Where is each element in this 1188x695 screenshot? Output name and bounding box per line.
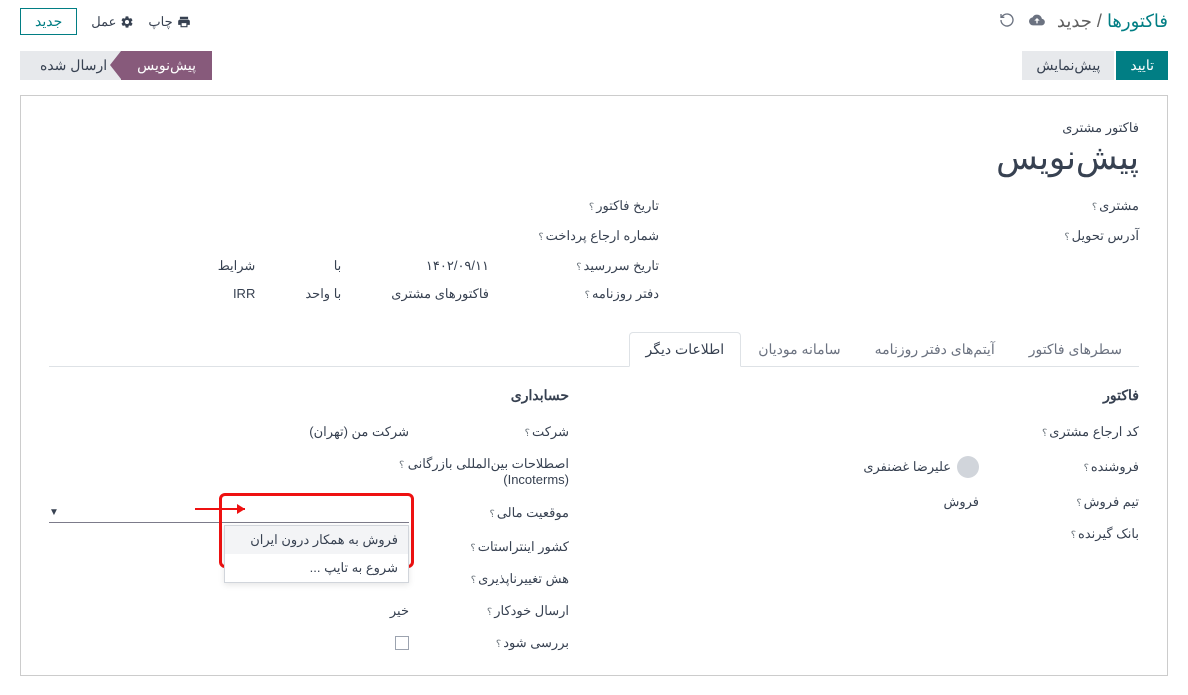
status-bar: پیش‌نویس ارسال شده — [20, 51, 212, 80]
breadcrumb-current: جدید — [1057, 11, 1092, 31]
dropdown-typing-hint[interactable]: شروع به تایپ ... — [225, 554, 408, 582]
fiscal-position-dropdown: فروش به همکار درون ایران شروع به تایپ ..… — [224, 525, 409, 583]
invoice-section-title: فاکتور — [629, 387, 1139, 404]
invoice-type-label: فاکتور مشتری — [49, 120, 1139, 136]
tab-invoice-lines[interactable]: سطرهای فاکتور — [1012, 332, 1139, 367]
incoterms-label: اصطلاحات بین‌المللی بازرگانی (Incoterms)… — [399, 456, 569, 487]
recipient-bank-label: بانک گیرنده؟ — [989, 526, 1139, 542]
undo-icon[interactable] — [999, 12, 1015, 31]
intrastat-country-label: کشور اینتراستات؟ — [419, 539, 569, 555]
to-check-checkbox[interactable] — [395, 636, 409, 650]
status-sent[interactable]: ارسال شده — [20, 51, 121, 80]
tabs: سطرهای فاکتور آیتم‌های دفتر روزنامه ساما… — [49, 332, 1139, 367]
due-date-value[interactable]: ۱۴۰۲/۰۹/۱۱ — [426, 258, 489, 274]
tab-journal-items[interactable]: آیتم‌های دفتر روزنامه — [858, 332, 1012, 367]
company-value[interactable]: شرکت من (تهران) — [309, 424, 409, 440]
company-label: شرکت؟ — [419, 424, 569, 440]
print-button[interactable]: چاپ — [148, 14, 190, 30]
action-button[interactable]: عمل — [91, 14, 134, 30]
customer-ref-label: کد ارجاع مشتری؟ — [989, 424, 1139, 440]
form-sheet: فاکتور مشتری پیش‌نویس مشتری؟ آدرس تحویل؟… — [20, 95, 1168, 676]
dropdown-option[interactable]: فروش به همکار درون ایران — [225, 526, 408, 554]
journal-value[interactable]: فاکتورهای مشتری — [391, 286, 489, 302]
auto-post-value[interactable]: خیر — [390, 603, 409, 619]
new-button[interactable]: جدید — [20, 8, 77, 35]
payment-ref-label: شماره ارجاع پرداخت؟ — [538, 228, 659, 244]
breadcrumb: فاکتورها / جدید — [1057, 11, 1168, 32]
seller-label: فروشنده؟ — [989, 459, 1139, 475]
terms-value[interactable]: شرایط — [218, 258, 256, 274]
tab-moadian[interactable]: سامانه مودیان — [741, 332, 857, 367]
inalterability-label: هش تغییرناپذیری؟ — [419, 571, 569, 587]
breadcrumb-root[interactable]: فاکتورها — [1107, 11, 1168, 31]
currency-with-label: با واحد — [305, 286, 341, 302]
preview-button[interactable]: پیش‌نمایش — [1022, 51, 1114, 80]
journal-label: دفتر روزنامه؟ — [539, 286, 659, 302]
page-title: پیش‌نویس — [49, 138, 1139, 178]
avatar — [957, 456, 979, 478]
to-check-label: بررسی شود؟ — [419, 635, 569, 651]
fiscal-position-input[interactable] — [49, 503, 409, 523]
invoice-date-label: تاریخ فاکتور؟ — [539, 198, 659, 214]
tab-other-info[interactable]: اطلاعات دیگر — [629, 332, 742, 367]
accounting-section-title: حسابداری — [49, 387, 569, 404]
customer-label: مشتری؟ — [1019, 198, 1139, 214]
currency-value[interactable]: IRR — [233, 286, 255, 301]
due-date-label: تاریخ سررسید؟ — [539, 258, 659, 274]
auto-post-label: ارسال خودکار؟ — [419, 603, 569, 619]
terms-with-label: با — [334, 258, 342, 274]
status-draft[interactable]: پیش‌نویس — [121, 51, 212, 80]
confirm-button[interactable]: تایید — [1116, 51, 1168, 80]
seller-value[interactable]: علیرضا غضنفری — [863, 459, 951, 475]
cloud-upload-icon[interactable] — [1029, 12, 1045, 31]
sales-team-value[interactable]: فروش — [943, 494, 979, 510]
sales-team-label: تیم فروش؟ — [989, 494, 1139, 510]
delivery-address-label: آدرس تحویل؟ — [1019, 228, 1139, 244]
fiscal-position-label: موقعیت مالی؟ — [419, 505, 569, 521]
